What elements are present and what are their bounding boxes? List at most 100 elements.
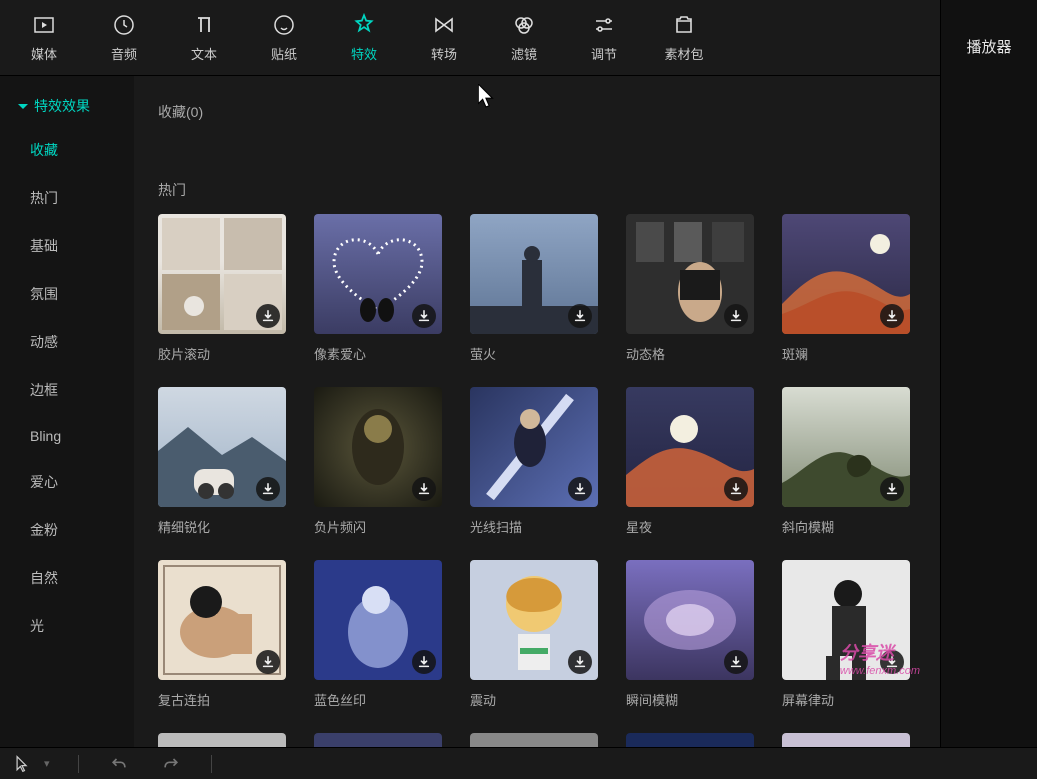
effect-card[interactable]: 精细锐化 (158, 387, 286, 536)
filter-icon (511, 12, 537, 38)
top-tabs: 媒体 音频 文本 贴纸 特效 转场 (0, 0, 940, 76)
tab-label: 转场 (431, 44, 457, 63)
tab-label: 素材包 (664, 44, 703, 63)
effect-card[interactable]: 动态格 (626, 214, 754, 363)
effect-label: 胶片滚动 (158, 344, 286, 363)
download-icon[interactable] (724, 650, 748, 674)
download-icon[interactable] (880, 304, 904, 328)
effect-card[interactable] (314, 733, 442, 747)
tab-media[interactable]: 媒体 (4, 0, 84, 76)
tab-sticker[interactable]: 贴纸 (244, 0, 324, 76)
favorites-section-title: 收藏(0) (158, 102, 916, 122)
effect-label: 光线扫描 (470, 517, 598, 536)
sidebar-item-gold[interactable]: 金粉 (0, 506, 134, 554)
sidebar-item-dynamic[interactable]: 动感 (0, 318, 134, 366)
divider (211, 755, 212, 773)
effect-card[interactable]: 胶片滚动 (158, 214, 286, 363)
bottom-toolbar: ▾ (0, 747, 1037, 779)
effect-label: 动态格 (626, 344, 754, 363)
effect-card[interactable]: 蓝色丝印 (314, 560, 442, 709)
sidebar-header[interactable]: 特效效果 (0, 86, 134, 126)
selection-tool-icon[interactable] (10, 752, 34, 776)
tab-audio[interactable]: 音频 (84, 0, 164, 76)
effect-card[interactable]: 光线扫描 (470, 387, 598, 536)
sidebar-item-atmosphere[interactable]: 氛围 (0, 270, 134, 318)
tab-label: 文本 (191, 44, 217, 63)
effect-card[interactable]: 屏幕律动 (782, 560, 910, 709)
effect-label: 蓝色丝印 (314, 690, 442, 709)
download-icon[interactable] (568, 477, 592, 501)
effect-card[interactable]: 星夜 (626, 387, 754, 536)
tab-label: 滤镜 (511, 44, 537, 63)
player-title: 播放器 (966, 39, 1011, 56)
sidebar-item-basic[interactable]: 基础 (0, 222, 134, 270)
effect-card[interactable]: 像素爱心 (314, 214, 442, 363)
player-panel: 播放器 (940, 0, 1037, 747)
download-icon[interactable] (412, 304, 436, 328)
download-icon[interactable] (412, 477, 436, 501)
download-icon[interactable] (724, 477, 748, 501)
effect-card[interactable]: 瞬间模糊 (626, 560, 754, 709)
tab-adjust[interactable]: 调节 (564, 0, 644, 76)
hot-section-title: 热门 (158, 180, 916, 200)
sidebar-item-light[interactable]: 光 (0, 602, 134, 650)
tab-effect[interactable]: 特效 (324, 0, 404, 76)
download-icon[interactable] (724, 304, 748, 328)
effect-card[interactable] (470, 733, 598, 747)
effect-card[interactable]: 萤火 (470, 214, 598, 363)
effect-card[interactable] (158, 733, 286, 747)
redo-icon[interactable] (159, 752, 183, 776)
effects-sidebar: 特效效果 收藏 热门 基础 氛围 动感 边框 Bling 爱心 金粉 自然 光 (0, 76, 134, 747)
tab-label: 音频 (111, 44, 137, 63)
download-icon[interactable] (256, 477, 280, 501)
sidebar-item-hot[interactable]: 热门 (0, 174, 134, 222)
download-icon[interactable] (256, 304, 280, 328)
effect-label: 像素爱心 (314, 344, 442, 363)
effect-label: 负片频闪 (314, 517, 442, 536)
tab-transition[interactable]: 转场 (404, 0, 484, 76)
download-icon[interactable] (880, 650, 904, 674)
undo-icon[interactable] (107, 752, 131, 776)
effect-label: 星夜 (626, 517, 754, 536)
tab-label: 特效 (351, 44, 377, 63)
text-icon (191, 12, 217, 38)
effects-grid: 胶片滚动 像素爱心 萤火 动态格 (158, 214, 916, 747)
effect-card[interactable] (782, 733, 910, 747)
effect-label: 复古连拍 (158, 690, 286, 709)
effect-label: 斑斓 (782, 344, 910, 363)
media-icon (31, 12, 57, 38)
effect-label: 斜向模糊 (782, 517, 910, 536)
transition-icon (431, 12, 457, 38)
tab-label: 媒体 (31, 44, 57, 63)
tab-label: 贴纸 (271, 44, 297, 63)
download-icon[interactable] (880, 477, 904, 501)
effect-label: 震动 (470, 690, 598, 709)
download-icon[interactable] (568, 650, 592, 674)
effect-card[interactable]: 斜向模糊 (782, 387, 910, 536)
effect-label: 萤火 (470, 344, 598, 363)
sidebar-item-natural[interactable]: 自然 (0, 554, 134, 602)
effect-card[interactable]: 复古连拍 (158, 560, 286, 709)
sidebar-item-heart[interactable]: 爱心 (0, 458, 134, 506)
effect-card[interactable]: 震动 (470, 560, 598, 709)
effect-card[interactable]: 斑斓 (782, 214, 910, 363)
download-icon[interactable] (256, 650, 280, 674)
sidebar-item-bling[interactable]: Bling (0, 414, 134, 458)
tab-filter[interactable]: 滤镜 (484, 0, 564, 76)
adjust-icon (591, 12, 617, 38)
material-icon (671, 12, 697, 38)
sidebar-item-frame[interactable]: 边框 (0, 366, 134, 414)
effect-label: 瞬间模糊 (626, 690, 754, 709)
sidebar-item-favorites[interactable]: 收藏 (0, 126, 134, 174)
audio-icon (111, 12, 137, 38)
effect-card[interactable]: 负片频闪 (314, 387, 442, 536)
effects-content[interactable]: 收藏(0) 热门 胶片滚动 像素爱心 萤火 (134, 76, 940, 747)
download-icon[interactable] (568, 304, 592, 328)
tab-material[interactable]: 素材包 (644, 0, 724, 76)
download-icon[interactable] (412, 650, 436, 674)
effect-card[interactable] (626, 733, 754, 747)
sticker-icon (271, 12, 297, 38)
tab-text[interactable]: 文本 (164, 0, 244, 76)
divider (78, 755, 79, 773)
effect-icon (351, 12, 377, 38)
